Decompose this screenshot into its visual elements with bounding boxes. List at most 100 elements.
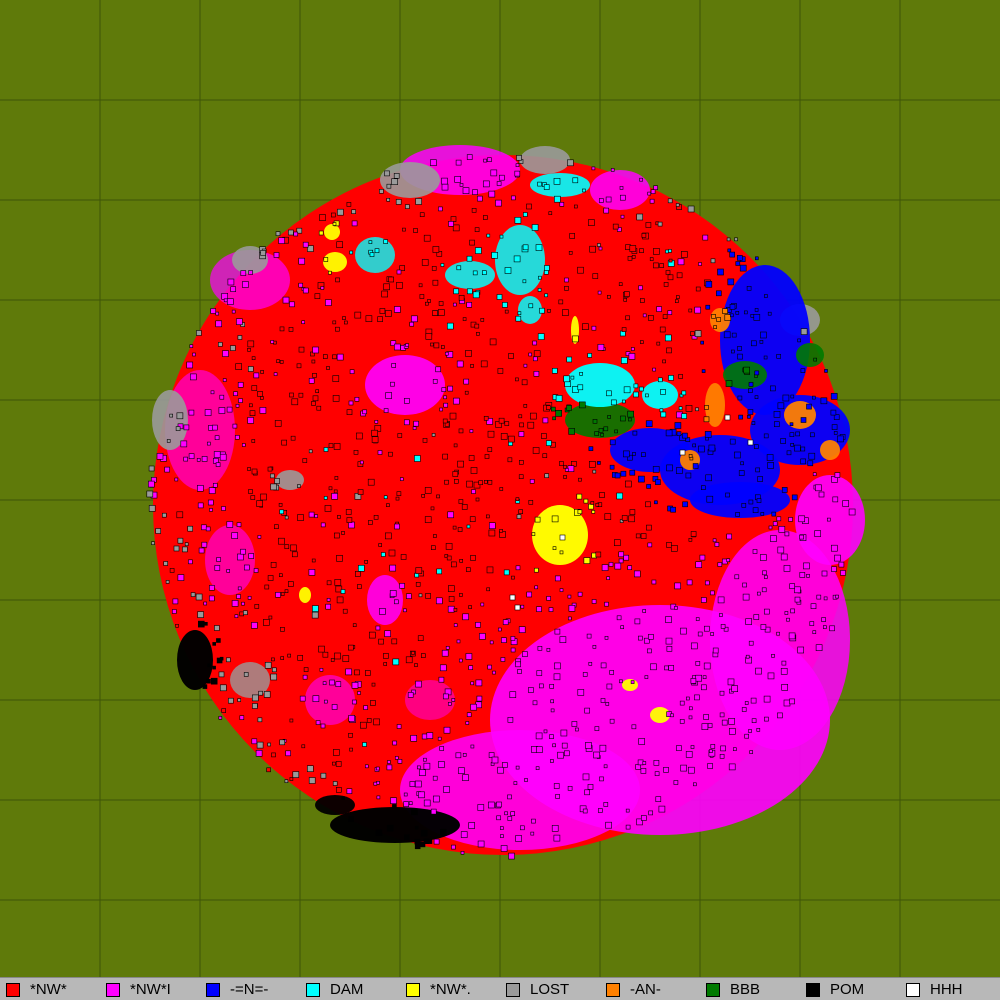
star-square [256, 741, 264, 749]
star-square [226, 521, 234, 528]
star-square [351, 209, 356, 214]
star-square [515, 377, 519, 382]
star-square [441, 387, 447, 393]
star-square [242, 443, 246, 447]
star-square [326, 366, 330, 370]
star-square [408, 801, 413, 806]
star-square [392, 804, 397, 809]
star-square [791, 494, 798, 501]
star-square [258, 690, 263, 696]
star-square [332, 781, 338, 786]
star-square [384, 170, 390, 177]
star-square [351, 220, 358, 227]
star-square [155, 528, 161, 534]
star-square [781, 683, 789, 691]
star-square [420, 829, 428, 837]
star-square [415, 567, 423, 574]
star-square [510, 811, 516, 817]
star-square [187, 525, 193, 532]
star-square [560, 729, 568, 737]
star-square [668, 258, 673, 263]
star-square [237, 381, 244, 388]
star-square [496, 801, 502, 808]
star-square [657, 221, 663, 227]
star-square [487, 801, 495, 809]
star-square [725, 492, 730, 498]
star-square [550, 759, 554, 763]
star-square [392, 740, 397, 746]
star-square [346, 409, 353, 416]
star-square [816, 594, 822, 600]
star-square [647, 542, 653, 548]
star-square [688, 706, 693, 711]
star-square [563, 464, 567, 469]
star-square [639, 248, 644, 253]
star-square [510, 647, 516, 653]
star-square [456, 265, 462, 271]
star-square [440, 345, 445, 349]
star-square [578, 401, 586, 409]
star-square [197, 611, 204, 618]
star-square [614, 562, 622, 570]
star-square [334, 476, 339, 480]
legend-swatch [206, 982, 220, 997]
star-square [413, 420, 419, 427]
star-square [652, 367, 656, 372]
star-square [462, 317, 467, 321]
star-square [466, 255, 473, 262]
star-square [523, 403, 528, 408]
star-square [388, 451, 393, 457]
star-square [386, 198, 391, 202]
star-square [291, 551, 298, 558]
legend-item: *NW*. [406, 981, 471, 998]
star-square [234, 614, 239, 619]
star-square [271, 667, 277, 673]
star-square [731, 332, 737, 338]
star-square [726, 237, 731, 242]
star-square [397, 433, 403, 438]
star-square [459, 558, 464, 563]
star-square [705, 280, 713, 288]
star-square [297, 655, 304, 661]
star-square [379, 608, 386, 615]
star-square [148, 505, 156, 512]
star-square [544, 293, 548, 298]
star-square [418, 791, 425, 799]
star-square [409, 321, 415, 327]
star-square [430, 159, 437, 166]
star-square [637, 635, 643, 641]
star-square [280, 626, 285, 632]
star-square [432, 795, 440, 803]
star-square [609, 464, 615, 470]
star-square [320, 772, 327, 779]
legend-swatch [606, 982, 620, 997]
star-square [320, 522, 326, 528]
star-square [453, 397, 460, 405]
star-square [554, 195, 561, 203]
star-square [786, 617, 790, 622]
star-square [496, 815, 501, 821]
star-square [445, 543, 453, 550]
star-square [308, 777, 316, 784]
star-square [476, 695, 483, 702]
star-square [682, 501, 688, 508]
star-square [279, 509, 284, 515]
star-square [746, 285, 752, 291]
star-square [452, 224, 460, 232]
star-square [332, 354, 337, 360]
star-square [458, 294, 465, 301]
star-square [421, 493, 426, 498]
star-square [618, 558, 624, 564]
star-square [732, 747, 737, 752]
territory-region [324, 224, 340, 240]
star-square [625, 315, 630, 321]
star-square [465, 721, 470, 725]
star-square [326, 597, 331, 602]
star-square [577, 266, 584, 274]
star-square [395, 199, 402, 205]
star-square [472, 270, 478, 276]
galaxy-map[interactable] [0, 0, 1000, 977]
star-square [496, 294, 503, 300]
star-square [591, 325, 597, 331]
star-square [461, 504, 468, 510]
